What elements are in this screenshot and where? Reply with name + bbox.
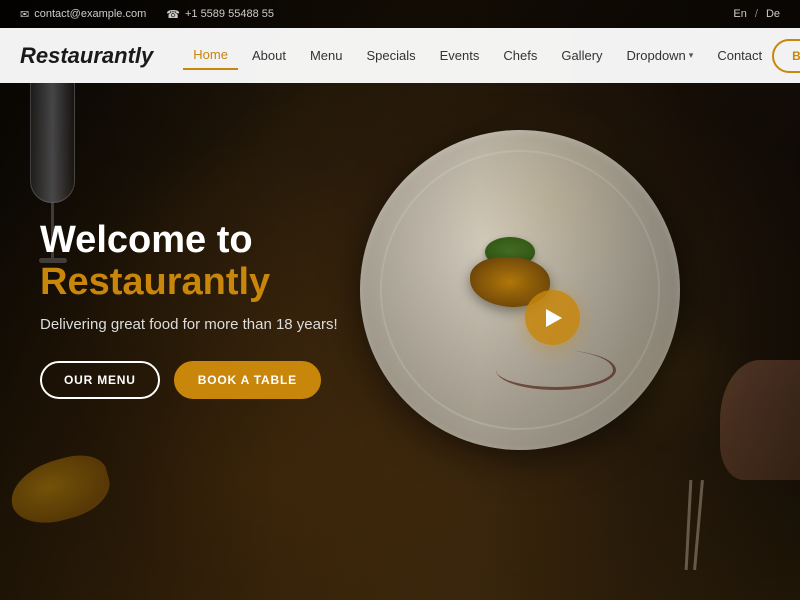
play-video-button[interactable] [525,290,580,345]
lang-divider: / [755,8,758,20]
hand-decoration [720,360,800,480]
phone-icon [166,8,180,21]
nav-gallery[interactable]: Gallery [551,42,612,69]
play-icon [546,309,562,327]
phone-info: +1 5589 55488 55 [166,8,274,21]
nav-menu[interactable]: Menu [300,42,353,69]
nav-events[interactable]: Events [430,42,490,69]
hero-buttons: OUR MENU BOOK A TABLE [40,361,490,399]
hero-section: contact@example.com +1 5589 55488 55 En … [0,0,800,600]
top-bar: contact@example.com +1 5589 55488 55 En … [0,0,800,28]
nav-links: Home About Menu Specials Events Chefs Ga… [183,41,772,70]
email-text: contact@example.com [34,8,146,20]
our-menu-button[interactable]: OUR MENU [40,361,160,399]
topbar-left: contact@example.com +1 5589 55488 55 [20,8,274,21]
book-table-nav-button[interactable]: BOOK A TABLE [772,39,800,73]
nav-contact[interactable]: Contact [707,42,772,69]
email-info: contact@example.com [20,8,146,21]
hero-content: Welcome to Restaurantly Delivering great… [40,220,490,399]
navbar: Restaurantly Home About Menu Specials Ev… [0,28,800,83]
hero-title-prefix: Welcome to [40,219,253,261]
hero-title: Welcome to Restaurantly [40,220,490,304]
hero-subtitle: Delivering great food for more than 18 y… [40,316,490,333]
topbar-right: En / De [733,8,780,20]
lang-de[interactable]: De [766,8,780,20]
nav-about[interactable]: About [242,42,296,69]
nav-dropdown[interactable]: Dropdown ▾ [617,42,704,69]
nav-chefs[interactable]: Chefs [493,42,547,69]
lang-en[interactable]: En [733,8,746,20]
nav-specials[interactable]: Specials [356,42,425,69]
nav-home[interactable]: Home [183,41,238,70]
book-table-hero-button[interactable]: BOOK A TABLE [174,361,321,399]
chevron-down-icon: ▾ [689,50,694,61]
hero-title-brand: Restaurantly [40,261,270,303]
phone-text: +1 5589 55488 55 [185,8,274,20]
email-icon [20,8,29,21]
site-logo[interactable]: Restaurantly [20,43,153,69]
